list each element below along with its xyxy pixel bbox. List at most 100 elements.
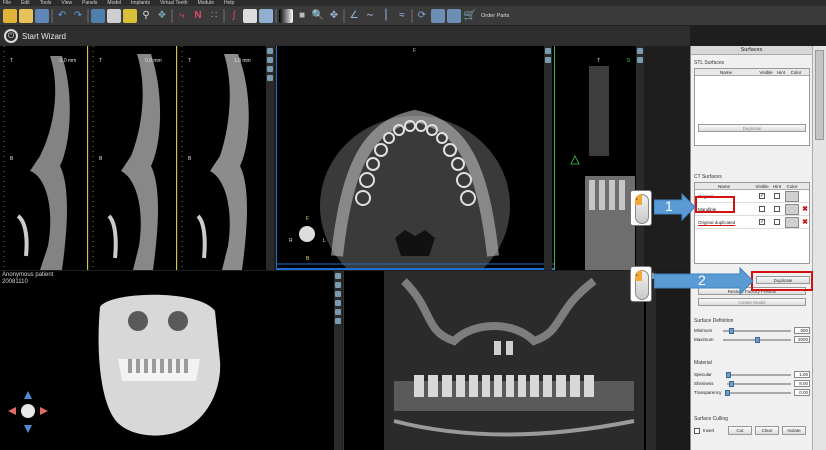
measure-angle-icon[interactable]: ∠ [347, 9, 361, 23]
specular-value[interactable]: 1.00 [794, 371, 810, 378]
color-swatch[interactable] [785, 203, 799, 215]
start-wizard-button[interactable]: Start Wizard [22, 32, 66, 41]
pan-icon[interactable]: ✥ [327, 9, 341, 23]
view-tag-top: T [188, 58, 192, 64]
table-row[interactable]: Original duplicated ✓ ✖ [695, 216, 809, 229]
window-level-icon[interactable]: ■ [295, 9, 309, 23]
view-tool-icon[interactable] [335, 291, 341, 297]
view-tag-bottom: B [188, 156, 192, 162]
open-folder-icon[interactable] [19, 8, 33, 23]
view-tool-icon[interactable] [545, 57, 551, 63]
hint-checkbox[interactable] [774, 219, 780, 225]
canal-icon[interactable]: ∫ [227, 9, 241, 23]
view-tool-icon[interactable] [267, 75, 273, 81]
cross-section-view-1[interactable]: T -1.0 mm B [0, 46, 88, 270]
shininess-slider[interactable] [727, 380, 791, 387]
panoramic-icon[interactable] [107, 8, 121, 23]
surface-icon[interactable] [259, 8, 273, 23]
cart-icon[interactable]: 🛒 [463, 9, 477, 23]
maximum-slider[interactable] [723, 336, 791, 343]
view-tool-icon[interactable] [267, 57, 273, 63]
view-tool-icon[interactable] [335, 273, 341, 279]
density-icon[interactable]: ≈ [395, 9, 409, 23]
create-model-button[interactable]: Create Model [698, 298, 806, 306]
maximum-label: Maximum [694, 337, 714, 342]
cross-section-view-2[interactable]: T 0.0 mm B [89, 46, 177, 270]
clear-button[interactable]: Clear [755, 426, 779, 435]
isolate-button[interactable]: Isolate [782, 426, 806, 435]
maximum-value[interactable]: 3000 [794, 336, 810, 343]
column-header: Name [719, 70, 732, 75]
undo-icon[interactable]: ↶ [55, 9, 69, 23]
draw-curve-icon[interactable]: ⤷ [175, 9, 189, 23]
panel-scrollbar[interactable] [812, 46, 826, 450]
tangential-view[interactable]: T S [554, 46, 636, 270]
specular-slider-handle[interactable] [726, 371, 732, 378]
3d-view[interactable] [0, 271, 334, 450]
view-tool-icon[interactable] [637, 48, 643, 54]
view-tool-icon[interactable] [335, 318, 341, 324]
shininess-slider-handle[interactable] [728, 380, 734, 387]
surface-name[interactable]: Original duplicated [695, 220, 753, 225]
cut-button[interactable]: Cut [728, 426, 752, 435]
visible-checkbox[interactable]: ✓ [759, 219, 765, 225]
transparency-slider[interactable] [725, 389, 791, 396]
section-title: Material [694, 360, 712, 366]
layout-icon[interactable] [91, 8, 105, 23]
contrast-icon[interactable] [279, 8, 293, 23]
section-title: STL Surfaces [694, 60, 725, 66]
redo-icon[interactable]: ↷ [71, 9, 85, 23]
invert-checkbox[interactable] [694, 427, 700, 434]
zoom-icon[interactable]: ⚲ [139, 9, 153, 23]
hint-checkbox[interactable] [774, 193, 780, 199]
visible-checkbox[interactable]: ✓ [759, 193, 765, 199]
shininess-value[interactable]: 8.00 [794, 380, 810, 387]
order-parts-button[interactable]: Order Parts [481, 13, 509, 19]
panoramic-view[interactable] [343, 271, 646, 450]
view-tool-icon[interactable] [267, 66, 273, 72]
save-icon[interactable] [35, 8, 49, 23]
surface-definition-section: Surface Definition Minimum 500 Maximum 3… [694, 318, 810, 344]
view-tag-top: T [10, 58, 14, 64]
screenshot-icon[interactable] [431, 8, 445, 23]
tooth-icon[interactable] [243, 8, 257, 23]
patient-id: 20081110 [2, 279, 28, 285]
ruler-icon[interactable]: ⎮ [379, 9, 393, 23]
cross-section-view-3[interactable]: T 1.0 mm B [178, 46, 266, 270]
visible-checkbox[interactable] [759, 206, 765, 212]
specular-slider[interactable] [726, 371, 791, 378]
axial-view[interactable]: F F R L B [276, 46, 554, 270]
color-swatch[interactable] [785, 216, 799, 228]
transparency-slider-handle[interactable] [725, 389, 730, 396]
orientation-back: B [306, 256, 310, 262]
new-project-icon[interactable] [3, 8, 17, 23]
report-icon[interactable] [447, 8, 461, 23]
minimum-slider-handle[interactable] [729, 327, 735, 334]
measure-distance-icon[interactable]: ∼ [363, 9, 377, 23]
view-tool-icon[interactable] [335, 300, 341, 306]
view-tool-icon[interactable] [637, 57, 643, 63]
delete-icon[interactable]: ✖ [801, 218, 809, 226]
maximum-slider-handle[interactable] [755, 336, 760, 343]
nerve-icon[interactable]: N [191, 9, 205, 23]
table-header: Name Visible Hint Color [695, 69, 809, 76]
minimum-slider[interactable] [723, 327, 791, 334]
rotate-icon[interactable]: ⟳ [415, 9, 429, 23]
view-tool-icon[interactable] [335, 309, 341, 315]
minimum-value[interactable]: 500 [794, 327, 810, 334]
delete-icon[interactable]: ✖ [801, 205, 809, 213]
scrollbar-thumb[interactable] [815, 50, 824, 140]
hint-checkbox[interactable] [774, 206, 780, 212]
power-icon[interactable]: ⏻ [4, 29, 18, 43]
view-tool-icon[interactable] [545, 48, 551, 54]
toolbar-separator [51, 8, 53, 23]
points-icon[interactable]: ∷ [207, 9, 221, 23]
transparency-value[interactable]: 0.00 [794, 389, 810, 396]
stl-duplicate-button[interactable]: Duplicate [698, 124, 806, 132]
nodes-icon[interactable]: ❖ [155, 9, 169, 23]
view-tool-icon[interactable] [267, 48, 273, 54]
view-tool-icon[interactable] [335, 282, 341, 288]
magnify-icon[interactable]: 🔍 [311, 9, 325, 23]
color-swatch[interactable] [785, 190, 799, 202]
highlight-icon[interactable] [123, 8, 137, 23]
